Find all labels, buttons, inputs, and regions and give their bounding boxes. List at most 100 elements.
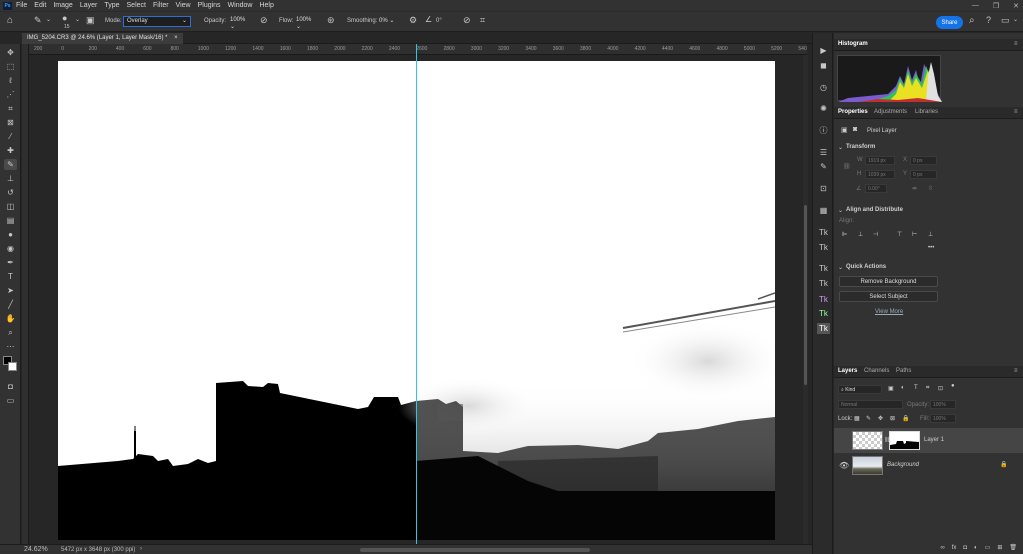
background-color-swatch[interactable] [8, 362, 17, 371]
x-field[interactable]: 0 px [910, 156, 937, 165]
horizontal-ruler[interactable]: 200 0 200 400 600 800 1000 1200 1400 1600 1800 2000… [29, 44, 807, 55]
play-icon[interactable]: ▶ [817, 45, 830, 56]
info-icon[interactable]: ⓘ [817, 125, 830, 136]
plugin-tk-color-icon[interactable]: Tk [817, 323, 830, 334]
chevron-down-icon[interactable]: ⌄ [1013, 16, 1018, 23]
view-more-link[interactable]: View More [875, 309, 903, 315]
filter-type-icon[interactable]: T [914, 385, 918, 391]
object-select-tool-icon[interactable]: ⋰ [4, 89, 17, 100]
more-options-icon[interactable]: ••• [928, 245, 934, 251]
gradient-tool-icon[interactable]: ▤ [4, 215, 17, 226]
menu-view[interactable]: View [176, 2, 191, 9]
screen-mode-icon[interactable]: ▭ [4, 395, 17, 406]
share-button[interactable]: Share [936, 16, 963, 29]
home-icon[interactable]: ⌂ [7, 15, 13, 26]
horizontal-scrollbar-thumb[interactable] [360, 548, 590, 552]
chevron-down-icon[interactable]: ⌄ [838, 144, 843, 151]
gear-icon[interactable]: ⚙ [409, 15, 417, 26]
brush-preset-icon[interactable]: ● [62, 13, 67, 23]
lock-all-icon[interactable]: 🔒 [902, 415, 909, 422]
close-tab-icon[interactable]: × [174, 35, 178, 41]
zoom-tool-icon[interactable]: ⌕ [4, 327, 17, 338]
eraser-tool-icon[interactable]: ◫ [4, 201, 17, 212]
align-top-icon[interactable]: ⊤ [897, 231, 902, 238]
chevron-down-icon[interactable]: ⌄ [838, 264, 843, 271]
airbrush-icon[interactable]: ⊛ [327, 15, 335, 26]
filter-pixel-icon[interactable]: ▣ [888, 385, 894, 392]
tab-layers[interactable]: Layers [838, 368, 857, 374]
swatches-icon[interactable]: ▦ [817, 205, 830, 216]
menu-image[interactable]: Image [53, 2, 72, 9]
plugin-tk-color-icon[interactable]: Tk [817, 294, 830, 305]
plugin-tk-icon[interactable]: Tk [817, 263, 830, 274]
chevron-down-icon[interactable]: ⌄ [75, 16, 80, 23]
blur-tool-icon[interactable]: ● [4, 229, 17, 240]
align-left-icon[interactable]: ⊫ [842, 231, 847, 238]
clone-source-icon[interactable]: ⊡ [817, 183, 830, 194]
zoom-level[interactable]: 24.62% [24, 546, 48, 553]
height-field[interactable]: 1039 px [865, 170, 895, 179]
pressure-opacity-icon[interactable]: ⊘ [260, 15, 268, 26]
menu-layer[interactable]: Layer [80, 2, 98, 9]
actions-icon[interactable]: ◼ [817, 60, 830, 71]
brush-settings-icon[interactable]: ▣ [86, 15, 95, 26]
y-field[interactable]: 0 px [910, 170, 937, 179]
more-tools-icon[interactable]: ⋯ [4, 341, 17, 352]
symmetry-icon[interactable]: ⌗ [480, 15, 485, 26]
menu-plugins[interactable]: Plugins [198, 2, 221, 9]
type-tool-icon[interactable]: T [4, 271, 17, 282]
scrollbar-thumb[interactable] [804, 205, 807, 385]
select-subject-button[interactable]: Select Subject [839, 291, 938, 302]
link-icon[interactable]: ⛓ [843, 163, 851, 170]
remove-background-button[interactable]: Remove Background [839, 276, 938, 287]
status-arrow-icon[interactable]: › [140, 546, 142, 552]
eyedropper-tool-icon[interactable]: ⁄ [4, 131, 17, 142]
healing-brush-tool-icon[interactable]: ✚ [4, 145, 17, 156]
mask-icon[interactable]: ◙ [853, 126, 857, 133]
align-center-h-icon[interactable]: ⊥ [858, 231, 863, 238]
canvas-area[interactable] [29, 55, 807, 544]
menu-type[interactable]: Type [104, 2, 119, 9]
crop-tool-icon[interactable]: ⌗ [4, 103, 17, 114]
vertical-ruler[interactable] [22, 44, 29, 544]
layer-name[interactable]: Layer 1 [924, 437, 944, 443]
dodge-tool-icon[interactable]: ◉ [4, 243, 17, 254]
lock-position-icon[interactable]: ✥ [878, 415, 883, 422]
lasso-tool-icon[interactable]: ℓ [4, 75, 17, 86]
menu-select[interactable]: Select [127, 2, 146, 9]
add-style-icon[interactable]: fx [952, 545, 957, 551]
histogram-tab[interactable]: Histogram [838, 41, 868, 47]
align-middle-v-icon[interactable]: ⊢ [912, 231, 917, 238]
delete-layer-icon[interactable]: 🗑 [1009, 544, 1017, 551]
adjustments-icon[interactable]: ☰ [817, 147, 830, 158]
fill-field[interactable]: 100% [930, 414, 956, 423]
visibility-off-icon[interactable]: ◦ [841, 437, 843, 443]
lock-transparent-icon[interactable]: ▦ [854, 415, 860, 422]
flow-field[interactable]: 100% ⌄ [293, 16, 321, 30]
pressure-size-icon[interactable]: ⊘ [463, 15, 471, 26]
layer-name[interactable]: Background [887, 462, 919, 468]
lock-image-icon[interactable]: ✎ [866, 415, 871, 422]
photoshop-logo[interactable]: Ps [3, 1, 12, 10]
path-select-tool-icon[interactable]: ➤ [4, 285, 17, 296]
plugin-tk-icon[interactable]: Tk [817, 242, 830, 253]
lock-artboard-icon[interactable]: ⊠ [890, 415, 895, 422]
blend-mode-select[interactable]: Normal [838, 400, 903, 409]
layer-row[interactable]: 👁 Background 🔒 [834, 453, 1023, 478]
minimize-icon[interactable]: — [972, 2, 979, 9]
panel-menu-icon[interactable]: ≡ [1014, 368, 1018, 374]
chevron-down-icon[interactable]: ⌄ [46, 16, 51, 23]
help-icon[interactable]: ? [986, 15, 991, 25]
filter-smart-object-icon[interactable]: ⊡ [938, 385, 943, 392]
history-brush-tool-icon[interactable]: ↺ [4, 187, 17, 198]
layer-filter-select[interactable]: ⌕ Kind [838, 385, 882, 394]
menu-file[interactable]: File [16, 2, 27, 9]
brush-tool-icon[interactable]: ✎ [4, 159, 17, 170]
menu-filter[interactable]: Filter [153, 2, 169, 9]
flip-vertical-icon[interactable]: ⇳ [928, 185, 933, 192]
brushes-icon[interactable]: ✎ [817, 161, 830, 172]
opacity-field[interactable]: 100% ⌄ [227, 16, 253, 30]
tab-libraries[interactable]: Libraries [915, 109, 938, 115]
restore-icon[interactable]: ❐ [993, 2, 999, 10]
width-field[interactable]: 1919 px [865, 156, 895, 165]
